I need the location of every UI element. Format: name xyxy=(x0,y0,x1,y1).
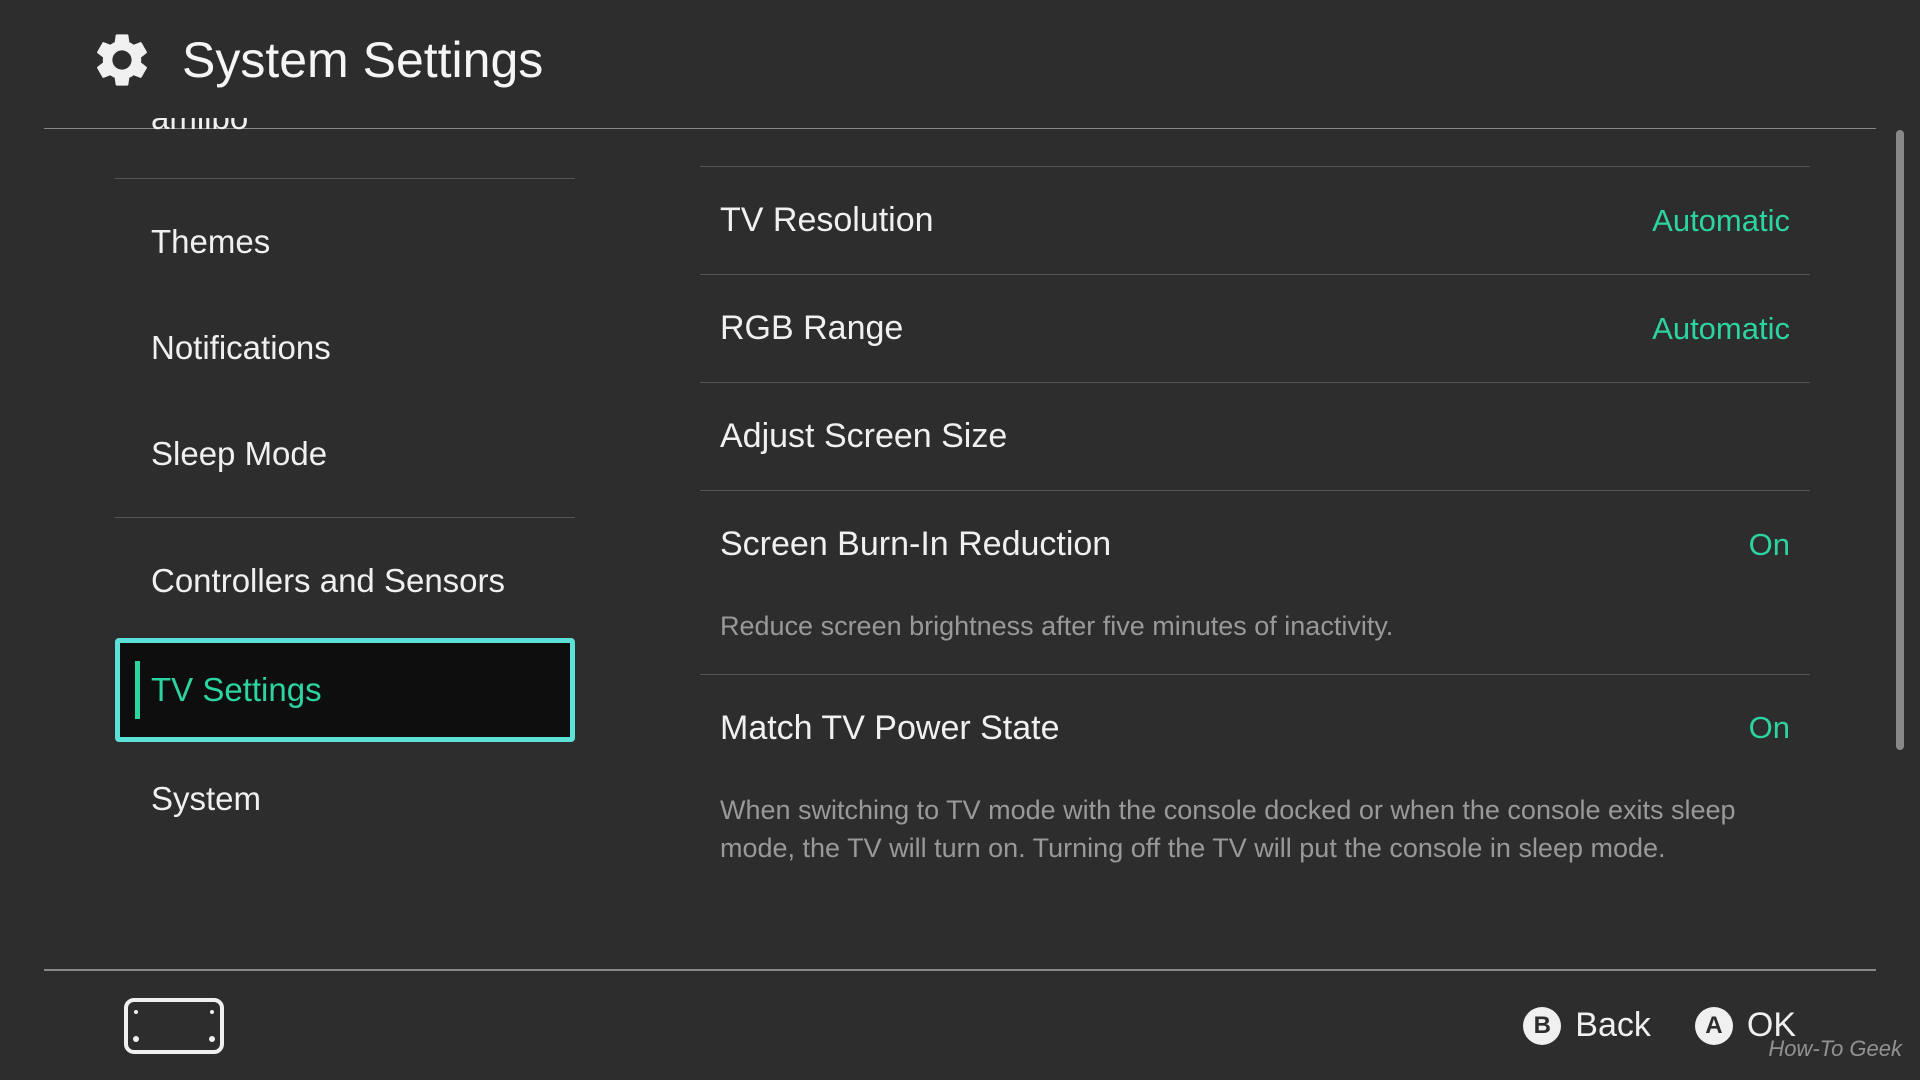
setting-tv-resolution[interactable]: TV Resolution Automatic xyxy=(700,166,1810,274)
setting-label: RGB Range xyxy=(720,309,903,348)
setting-label: Match TV Power State xyxy=(720,709,1060,748)
setting-value: On xyxy=(1749,527,1790,563)
ok-button[interactable]: A OK xyxy=(1695,1006,1796,1045)
header: System Settings xyxy=(0,0,1920,122)
page-title: System Settings xyxy=(182,31,543,89)
main-panel: TV Resolution Automatic RGB Range Automa… xyxy=(620,130,1920,1080)
sidebar-divider xyxy=(115,178,575,179)
sidebar-item-notifications[interactable]: Notifications xyxy=(115,295,575,401)
setting-adjust-screen-size[interactable]: Adjust Screen Size xyxy=(700,382,1810,490)
back-label: Back xyxy=(1575,1006,1651,1045)
sidebar-item-sleep-mode[interactable]: Sleep Mode xyxy=(115,401,575,507)
setting-label: TV Resolution xyxy=(720,201,934,240)
setting-burn-in[interactable]: Screen Burn-In Reduction On xyxy=(700,490,1810,598)
sidebar-divider xyxy=(115,517,575,518)
sidebar-item-system[interactable]: System xyxy=(115,746,575,852)
footer-buttons: B Back A OK xyxy=(1523,1006,1796,1045)
footer: B Back A OK xyxy=(44,970,1876,1080)
setting-match-tv-power[interactable]: Match TV Power State On xyxy=(700,674,1810,782)
sidebar: amiibo Themes Notifications Sleep Mode C… xyxy=(0,130,620,1080)
setting-value: On xyxy=(1749,710,1790,746)
scrollbar[interactable] xyxy=(1896,130,1904,750)
setting-value: Automatic xyxy=(1652,203,1790,239)
back-button[interactable]: B Back xyxy=(1523,1006,1651,1045)
controller-icon[interactable] xyxy=(124,998,224,1054)
setting-label: Screen Burn-In Reduction xyxy=(720,525,1111,564)
setting-rgb-range[interactable]: RGB Range Automatic xyxy=(700,274,1810,382)
setting-description: Reduce screen brightness after five minu… xyxy=(700,588,1810,674)
b-button-icon: B xyxy=(1523,1007,1561,1045)
sidebar-item-tv-settings[interactable]: TV Settings xyxy=(115,638,575,742)
sidebar-item-amiibo[interactable]: amiibo xyxy=(115,118,575,168)
setting-value: Automatic xyxy=(1652,311,1790,347)
setting-description: When switching to TV mode with the conso… xyxy=(700,772,1810,896)
a-button-icon: A xyxy=(1695,1007,1733,1045)
ok-label: OK xyxy=(1747,1006,1796,1045)
sidebar-item-themes[interactable]: Themes xyxy=(115,189,575,295)
setting-label: Adjust Screen Size xyxy=(720,417,1007,456)
content: amiibo Themes Notifications Sleep Mode C… xyxy=(0,130,1920,1080)
sidebar-item-controllers[interactable]: Controllers and Sensors xyxy=(115,528,575,634)
gear-icon xyxy=(90,28,154,92)
